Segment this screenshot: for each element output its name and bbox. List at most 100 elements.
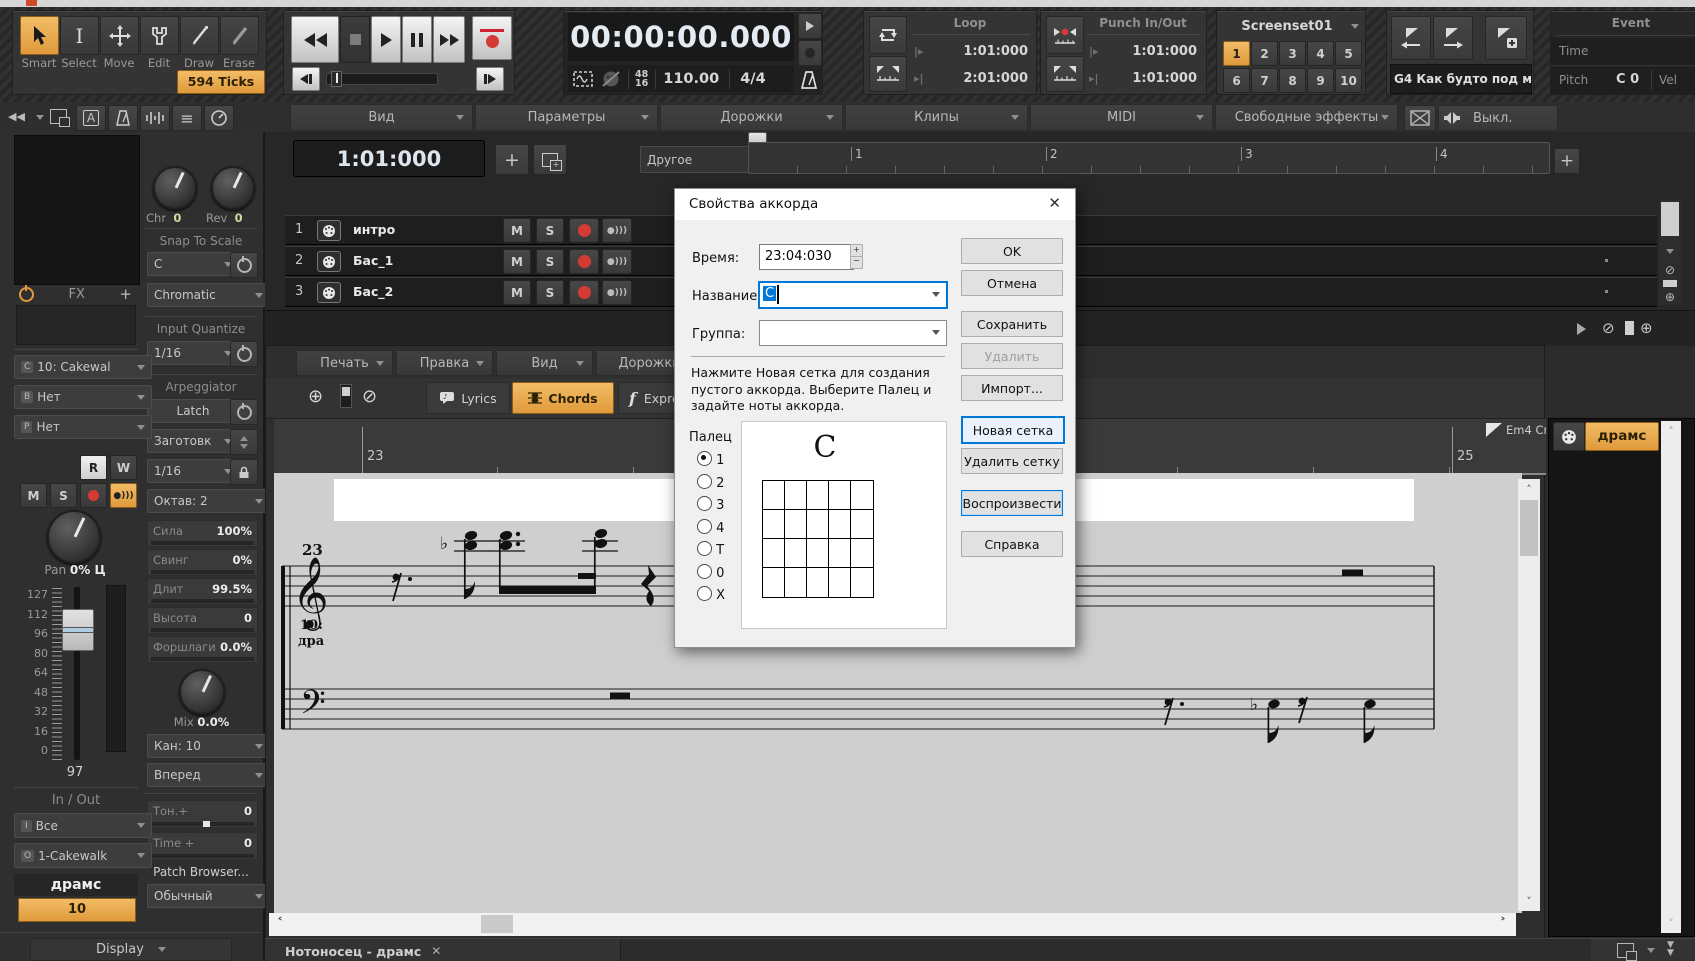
track-mute-button[interactable]: M — [503, 280, 531, 305]
hscroll-play-icon[interactable] — [1577, 323, 1586, 335]
collapse-inspector-icon[interactable]: ◀◀ — [8, 110, 25, 123]
inspector-dropdown-icon[interactable] — [36, 115, 44, 120]
arp-flam-param[interactable]: Форшлаги0.0% — [147, 636, 258, 663]
staff-menu-edit[interactable]: Правка — [396, 350, 493, 376]
combo-dropdown-icon[interactable] — [932, 292, 940, 297]
midi-channel-button[interactable]: 10 — [18, 898, 136, 922]
patch-browser-link[interactable]: Patch Browser... — [145, 865, 257, 879]
automation-write-button[interactable]: W — [110, 455, 137, 480]
snap-resolution-button[interactable]: 594 Ticks — [177, 70, 265, 94]
scroll-down-icon[interactable]: ˅ — [1661, 917, 1681, 930]
track-echo-button[interactable]: ●))) — [602, 249, 632, 274]
staff-track-button[interactable]: драмс — [1585, 422, 1659, 451]
lyrics-button[interactable]: ♪ Lyrics — [426, 382, 510, 414]
dock-windows-icon[interactable] — [50, 109, 67, 124]
new-grid-button[interactable]: Новая сетка — [961, 416, 1065, 444]
screenset-10-button[interactable]: 10 — [1335, 68, 1362, 93]
fx-add-icon[interactable]: + — [119, 285, 132, 303]
track-record-button[interactable] — [569, 218, 599, 243]
move-tool-button[interactable] — [100, 16, 139, 55]
screenset-4-button[interactable]: 4 — [1307, 41, 1334, 66]
now-position-field[interactable]: 1:01:000 — [293, 140, 485, 177]
screenset-3-button[interactable]: 3 — [1279, 41, 1306, 66]
scroll-right-icon[interactable]: ˃ — [1500, 916, 1506, 930]
menu-tracks[interactable]: Дорожки — [660, 104, 843, 131]
minimize-view-icon[interactable]: ▼▼ — [1667, 941, 1674, 957]
next-marker-button[interactable] — [1433, 16, 1473, 60]
arp-rate-lock-button[interactable] — [230, 459, 258, 485]
input-quantize-dropdown[interactable]: 1/16 — [147, 341, 239, 365]
input-echo-mode-control[interactable]: Выкл. — [1438, 105, 1558, 131]
key-offset-param[interactable]: Тон.+0 — [147, 800, 258, 828]
clips-vscrollbar[interactable]: ⊘ ⊕ — [1659, 200, 1681, 305]
edit-tool-button[interactable] — [140, 16, 179, 55]
rewind-button[interactable] — [291, 16, 339, 63]
screenset-7-button[interactable]: 7 — [1251, 68, 1278, 93]
arp-channel-dropdown[interactable]: Кан: 10 — [147, 734, 270, 758]
finger-radio-4[interactable]: 4 — [697, 519, 725, 542]
event-pitch-row[interactable]: Pitch C 0 Vel — [1551, 67, 1695, 94]
delete-grid-button[interactable]: Удалить сетку — [961, 448, 1063, 474]
chord-group-combo[interactable] — [759, 320, 947, 346]
delete-button[interactable]: Удалить — [961, 343, 1063, 369]
mix-knob[interactable] — [179, 669, 225, 715]
punch-from-selection-button[interactable] — [1046, 56, 1084, 92]
midi-track-icon-button[interactable] — [1553, 422, 1585, 451]
track-echo-button[interactable]: ●))) — [602, 218, 632, 243]
ok-button[interactable]: OK — [961, 238, 1063, 264]
volume-fader-thumb[interactable] — [62, 609, 94, 651]
output-dropdown[interactable]: O1-Cakewalk — [14, 843, 152, 868]
screenset-9-button[interactable]: 9 — [1307, 68, 1334, 93]
marker-name-field[interactable]: G4 Как будто под мел — [1390, 64, 1532, 94]
staff-menu-view[interactable]: Вид — [496, 350, 593, 376]
menu-view[interactable]: Вид — [290, 104, 473, 131]
arp-duration-param[interactable]: Длит99.5% — [147, 578, 258, 605]
pan-knob[interactable] — [47, 510, 101, 564]
play-chord-button[interactable]: Воспроизвести — [961, 490, 1063, 516]
stop-button[interactable] — [340, 16, 370, 63]
screenset-6-button[interactable]: 6 — [1223, 68, 1250, 93]
staff-menu-print[interactable]: Печать — [296, 350, 393, 376]
finger-radio-x[interactable]: X — [697, 586, 725, 609]
inspector-mute-button[interactable]: M — [20, 483, 47, 508]
output-channel-dropdown[interactable]: C10: Cakewal — [14, 355, 152, 379]
performance-meter-button[interactable] — [204, 105, 234, 131]
add-marker-button[interactable] — [1485, 16, 1527, 60]
menu-midi[interactable]: MIDI — [1030, 104, 1213, 131]
vscroll-thumb[interactable] — [1520, 500, 1538, 556]
chord-marker-flag[interactable] — [1486, 423, 1502, 437]
patch-dropdown[interactable]: PНет — [14, 415, 152, 439]
track-mute-button[interactable]: M — [503, 218, 531, 243]
track-solo-button[interactable]: S — [536, 218, 564, 243]
staff-zoom-slider[interactable] — [340, 384, 352, 408]
scroll-up-icon[interactable]: ˄ — [1518, 479, 1540, 496]
event-time-row[interactable]: Time 0 — [1551, 38, 1695, 66]
staff-zoom-out-icon[interactable]: ⊘ — [362, 386, 377, 407]
inspector-record-button[interactable] — [80, 483, 107, 508]
scroll-left-icon[interactable]: ˂ — [277, 916, 283, 930]
inspector-solo-button[interactable]: S — [50, 483, 77, 508]
input-echo-button[interactable]: ●))) — [110, 483, 137, 508]
chord-fretboard-grid[interactable] — [762, 480, 874, 598]
chords-button[interactable]: Chords — [512, 382, 614, 414]
tempo-value[interactable]: 110.00 — [663, 71, 719, 87]
dialog-titlebar[interactable]: Свойства аккорда ✕ — [675, 189, 1075, 220]
snap-scale-power-button[interactable] — [230, 252, 258, 278]
pause-button[interactable] — [402, 16, 432, 63]
arp-rate-dropdown[interactable]: 1/16 — [147, 459, 239, 483]
erase-tool-button[interactable] — [220, 16, 259, 55]
scroll-up-icon[interactable]: ˄ — [1661, 421, 1681, 438]
staff-zoom-in-icon[interactable]: ⊕ — [308, 386, 323, 407]
scale-root-dropdown[interactable]: C — [147, 252, 239, 276]
smart-tool-button[interactable] — [20, 16, 59, 55]
arp-velocity-param[interactable]: Сила100% — [147, 520, 258, 547]
loop-from-selection-button[interactable] — [869, 56, 907, 92]
track-record-button[interactable] — [569, 280, 599, 305]
save-button[interactable]: Сохранить — [961, 311, 1063, 337]
ruler-zoom-add-button[interactable]: + — [1554, 148, 1580, 174]
inspector-track-name[interactable]: драмс — [14, 874, 138, 896]
track-record-button[interactable] — [569, 249, 599, 274]
fx-power-icon[interactable] — [19, 287, 34, 302]
tab-menu-icon[interactable] — [1647, 948, 1655, 953]
import-button[interactable]: Импорт... — [961, 375, 1063, 401]
